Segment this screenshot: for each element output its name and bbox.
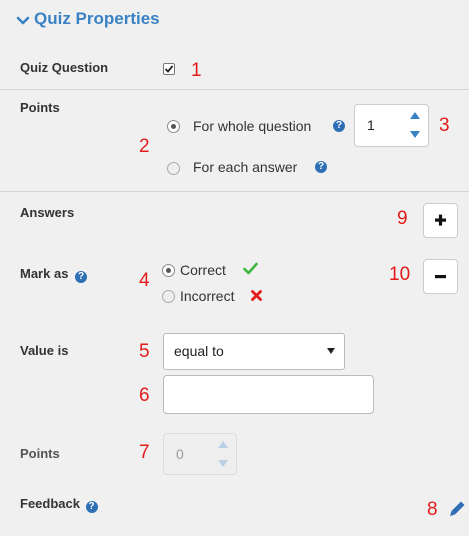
plus-icon [435,214,446,226]
radio-each-answer-label[interactable]: For each answer [193,159,297,175]
value-comparison-select[interactable]: equal to [163,333,345,370]
annotation-marker: 6 [139,385,150,406]
radio-incorrect-label[interactable]: Incorrect [180,288,234,304]
quiz-question-checkbox[interactable] [163,63,175,75]
help-icon[interactable]: ? [315,161,327,173]
radio-whole-question[interactable] [167,120,180,133]
cross-icon [251,290,262,301]
divider [0,89,469,90]
add-answer-button[interactable] [423,203,458,238]
value-input[interactable] [163,375,374,414]
quiz-question-label: Quiz Question [20,60,109,75]
pencil-icon[interactable] [449,500,466,517]
help-icon[interactable]: ? [85,501,98,513]
mark-as-label: Mark as ? [20,266,88,283]
select-value[interactable]: equal to [174,343,224,359]
mark-as-text: Mark as [20,266,69,281]
value-is-label: Value is [20,343,69,358]
answers-label: Answers [20,205,75,220]
chevron-down-icon[interactable] [16,14,30,28]
answer-points-label: Points [20,446,60,461]
spinner-arrows-icon[interactable] [409,111,421,139]
answer-points-value[interactable]: 0 [176,446,184,462]
points-spinner-value[interactable]: 1 [367,117,375,133]
annotation-marker: 1 [191,60,202,81]
divider [0,191,469,192]
feedback-label: Feedback ? [20,496,98,513]
annotation-marker: 5 [139,341,150,362]
radio-correct-label[interactable]: Correct [180,262,226,278]
help-icon[interactable]: ? [75,271,88,283]
checkmark-icon [164,65,174,73]
points-label: Points [20,100,60,115]
radio-correct[interactable] [162,264,175,277]
annotation-marker: 10 [389,264,411,285]
caret-down-icon [327,348,335,354]
annotation-marker: 9 [397,208,408,229]
answer-points-spinner[interactable]: 0 [163,433,237,475]
annotation-marker: 4 [139,270,150,291]
radio-whole-question-label[interactable]: For whole question [193,118,311,134]
annotation-marker: 7 [139,442,150,463]
spinner-arrows-icon[interactable] [217,440,229,468]
remove-answer-button[interactable] [423,259,458,294]
check-icon [243,262,258,275]
section-title[interactable]: Quiz Properties [34,9,160,29]
help-icon[interactable]: ? [333,120,345,132]
radio-incorrect[interactable] [162,290,175,303]
annotation-marker: 8 [427,499,438,520]
radio-each-answer[interactable] [167,162,180,175]
minus-icon [435,275,446,279]
feedback-text: Feedback [20,496,80,511]
points-spinner[interactable]: 1 [354,104,429,147]
annotation-marker: 3 [439,115,450,136]
annotation-marker: 2 [139,136,150,157]
